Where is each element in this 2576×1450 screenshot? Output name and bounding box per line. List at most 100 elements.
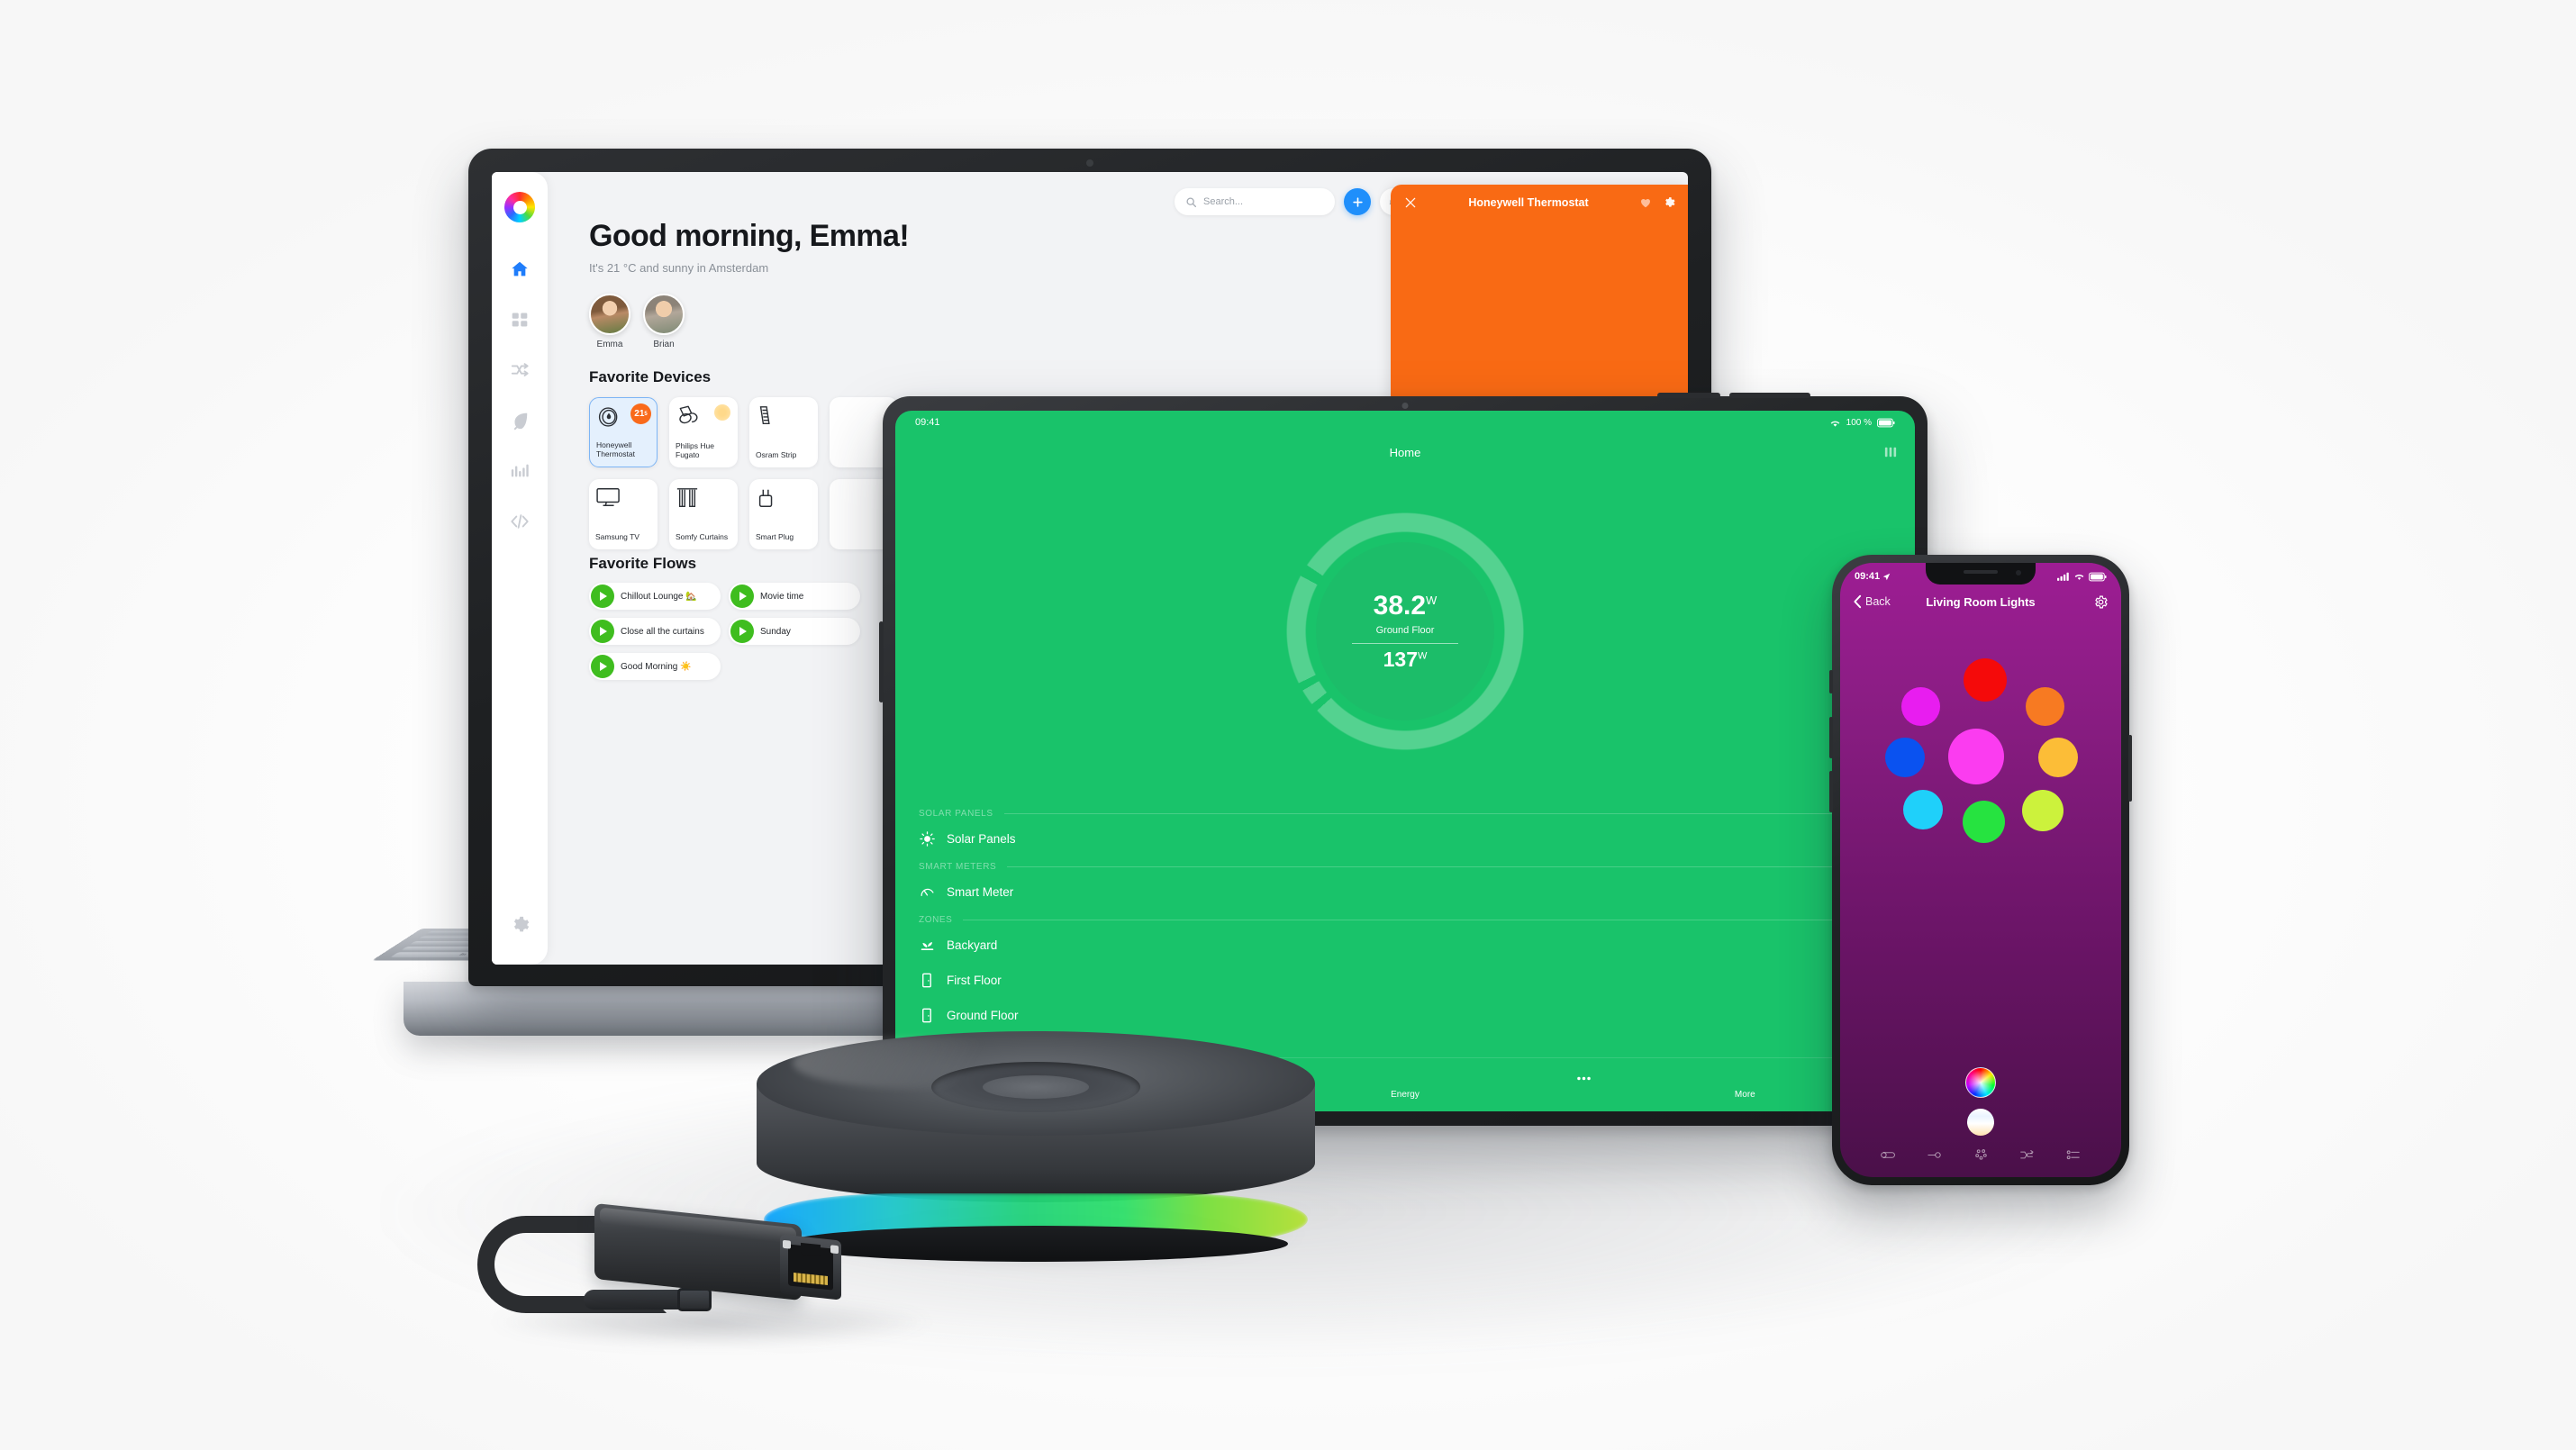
play-icon[interactable] (730, 620, 754, 643)
adapter-usbc-tip (677, 1288, 712, 1311)
sidebar-item-developer[interactable] (500, 502, 540, 541)
list-item[interactable]: Ground Floor (919, 998, 1891, 1033)
color-swatch-green[interactable] (1963, 801, 2005, 843)
person-brian[interactable]: Brian (643, 294, 685, 349)
add-button[interactable] (1344, 188, 1371, 215)
tab-label: Energy (1391, 1089, 1420, 1100)
sidebar-item-flows[interactable] (500, 350, 540, 390)
color-icon[interactable] (1974, 1148, 1988, 1162)
color-swatch-orange[interactable] (2026, 687, 2064, 726)
flow-icon[interactable] (2019, 1149, 2035, 1161)
energy-total-value: 137W (1383, 648, 1428, 671)
adapter-rj45-port (780, 1234, 841, 1300)
back-label: Back (1865, 595, 1891, 608)
flow-chip[interactable]: Good Morning ☀️ (589, 653, 721, 680)
device-card-somfy-curtains[interactable]: Somfy Curtains (669, 479, 738, 549)
back-button[interactable]: Back (1853, 594, 1891, 609)
close-icon[interactable] (1403, 195, 1418, 210)
gear-icon[interactable] (1663, 196, 1675, 209)
favorite-flows-list: Chillout Lounge 🏡 Movie time Close all t… (589, 583, 860, 680)
heart-icon[interactable] (1639, 196, 1652, 209)
energy-ring-center: 38.2W Ground Floor 137W (1316, 542, 1494, 720)
dimmer-icon[interactable] (1881, 1150, 1896, 1160)
search-input[interactable]: Search... (1175, 188, 1335, 215)
device-card-osram-strip[interactable]: Osram Strip (749, 397, 818, 467)
settings-list-icon[interactable] (2066, 1149, 2081, 1161)
sidebar-item-energy[interactable] (500, 401, 540, 440)
energy-ring-chart[interactable]: 38.2W Ground Floor 137W (1256, 483, 1554, 780)
color-swatch-lime[interactable] (2022, 790, 2064, 831)
door-icon (919, 1008, 935, 1023)
onoff-icon[interactable] (1927, 1150, 1943, 1160)
color-swatch-amber[interactable] (2038, 738, 2078, 777)
person-emma[interactable]: Emma (589, 294, 630, 349)
plant-icon (919, 938, 935, 953)
tablet-screen: 09:41 100 % Home 38.2W Ground Floor 137W… (895, 411, 1915, 1111)
color-swatch-pink-selected[interactable] (1948, 729, 2004, 784)
phone-power-button (2128, 735, 2132, 802)
sidebar-item-insights[interactable] (500, 451, 540, 491)
laptop-webcam (1086, 159, 1093, 167)
status-time: 09:41 (915, 417, 940, 428)
color-swatch-blue[interactable] (1885, 738, 1925, 777)
list-item[interactable]: Backyard (919, 928, 1891, 963)
plug-icon (756, 486, 783, 512)
energy-zone-value: 38.2W (1373, 591, 1438, 621)
list-item-label: Smart Meter (947, 885, 1014, 899)
device-card-honeywell-thermostat[interactable]: 21 5 Honeywell Thermostat (589, 397, 658, 467)
device-card-philips-hue-fugato[interactable]: Philips Hue Fugato (669, 397, 738, 467)
tv-icon (595, 486, 622, 512)
plus-icon (1352, 196, 1363, 207)
columns-icon[interactable] (1884, 446, 1897, 458)
gear-icon[interactable] (2093, 594, 2109, 610)
tablet-device-list: SOLAR PANELS Solar Panels SMART METERS S… (895, 803, 1915, 1033)
group-header-solar-panels: SOLAR PANELS (919, 809, 1891, 819)
list-item-label: Backyard (947, 938, 998, 952)
play-icon[interactable] (591, 655, 614, 678)
flow-chip[interactable]: Movie time (729, 583, 860, 610)
adapter-usbc-plug (584, 1290, 692, 1310)
phone-nav-bar: Back Living Room Lights (1840, 586, 2121, 617)
list-item[interactable]: First Floor (919, 963, 1891, 998)
sidebar-item-devices[interactable] (500, 300, 540, 340)
device-card-smart-plug[interactable]: Smart Plug (749, 479, 818, 549)
app-sidebar (492, 172, 548, 965)
flow-chip[interactable]: Chillout Lounge 🏡 (589, 583, 721, 610)
homey-logo-icon[interactable] (504, 192, 535, 222)
device-name: Osram Strip (756, 450, 797, 460)
phone-device: 09:41 Back Living Room Lights (1829, 555, 2132, 1185)
tablet-status-bar: 09:41 100 % (895, 411, 1915, 434)
flow-chip[interactable]: Close all the curtains (589, 618, 721, 645)
phone-mute-switch (1829, 670, 1833, 693)
flow-chip[interactable]: Sunday (729, 618, 860, 645)
tablet-power-button (1729, 393, 1810, 398)
device-card-samsung-tv[interactable]: Samsung TV (589, 479, 658, 549)
white-temperature-picker[interactable] (1967, 1109, 1994, 1136)
signal-icon (2057, 572, 2069, 581)
search-placeholder: Search... (1203, 196, 1244, 207)
device-name: Samsung TV (595, 532, 639, 542)
flow-label: Chillout Lounge 🏡 (621, 591, 697, 602)
light-state-indicator (714, 404, 730, 421)
rj45-opening (788, 1244, 833, 1291)
color-swatch-cyan[interactable] (1903, 790, 1943, 829)
tablet-side-button (879, 621, 884, 702)
color-wheel-picker[interactable] (1965, 1067, 1996, 1098)
search-icon (1186, 196, 1197, 207)
group-header-zones: ZONES (919, 915, 1891, 925)
phone-screen: 09:41 Back Living Room Lights (1840, 563, 2121, 1177)
color-swatch-red[interactable] (1964, 658, 2007, 702)
list-item[interactable]: Solar Panels (919, 821, 1891, 856)
color-swatch-magenta[interactable] (1901, 687, 1940, 726)
sidebar-item-settings[interactable] (500, 905, 540, 945)
list-item[interactable]: Smart Meter (919, 875, 1891, 910)
flow-label: Sunday (760, 626, 791, 637)
avatar (643, 294, 685, 335)
play-icon[interactable] (730, 585, 754, 608)
rj45-led-left (783, 1239, 791, 1249)
play-icon[interactable] (591, 585, 614, 608)
sidebar-item-home[interactable] (500, 249, 540, 289)
sun-icon (919, 831, 935, 847)
phone-volume-down-button (1829, 771, 1833, 812)
play-icon[interactable] (591, 620, 614, 643)
